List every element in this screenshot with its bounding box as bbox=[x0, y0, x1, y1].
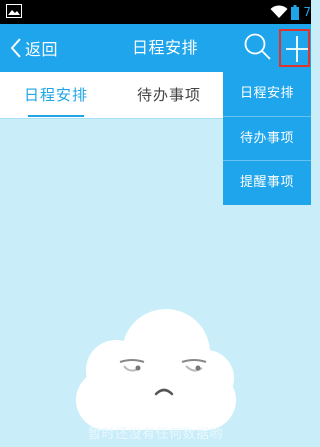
status-bar: 7 bbox=[0, 0, 311, 24]
add-dropdown-menu: 日程安排 待办事项 提醒事项 bbox=[223, 72, 311, 205]
battery-icon bbox=[291, 4, 300, 20]
page-title: 日程安排 bbox=[131, 38, 198, 57]
plus-icon bbox=[286, 36, 308, 62]
back-button[interactable]: 返回 bbox=[10, 24, 58, 72]
tab-schedule[interactable]: 日程安排 bbox=[18, 72, 94, 118]
back-label: 返回 bbox=[25, 40, 59, 59]
active-tab-indicator bbox=[28, 115, 84, 117]
menu-item-todo[interactable]: 待办事项 bbox=[223, 116, 311, 161]
status-indicators: 7 bbox=[270, 0, 311, 24]
search-icon[interactable] bbox=[243, 32, 273, 62]
empty-state-message: 暂时还没有任何数据哟 bbox=[87, 427, 223, 442]
app-bar: 返回 日程安排 bbox=[0, 24, 311, 72]
tab-todo[interactable]: 待办事项 bbox=[131, 72, 207, 118]
menu-item-schedule[interactable]: 日程安排 bbox=[223, 72, 311, 116]
menu-item-reminder[interactable]: 提醒事项 bbox=[223, 160, 311, 205]
image-icon bbox=[6, 4, 22, 18]
chevron-left-icon bbox=[10, 38, 21, 58]
sad-cloud-icon bbox=[76, 309, 236, 430]
add-button[interactable] bbox=[279, 29, 310, 67]
wifi-icon bbox=[270, 5, 288, 18]
status-time: 7 bbox=[303, 5, 311, 19]
